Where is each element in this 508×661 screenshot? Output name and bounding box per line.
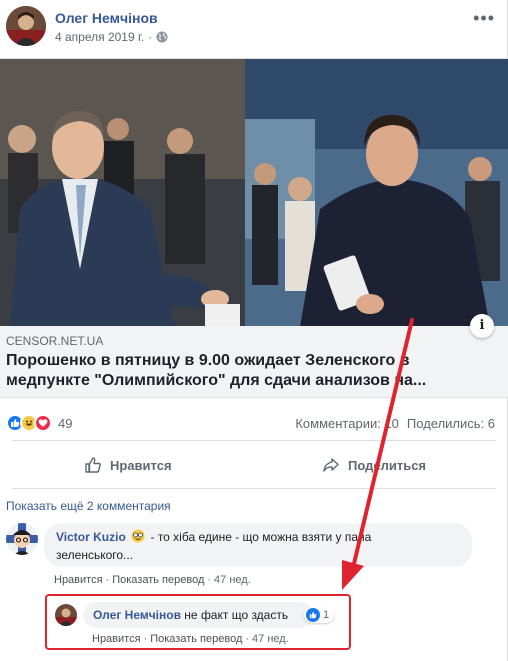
comment-time[interactable]: 47 нед. — [214, 574, 251, 586]
author-name[interactable]: Олег Немчінов — [55, 10, 158, 26]
link-domain: CENSOR.NET.UA — [6, 334, 104, 348]
thumbs-up-icon — [85, 457, 101, 473]
comment-author[interactable]: Victor Kuzio — [56, 530, 126, 544]
share-button-label: Поделиться — [348, 457, 427, 473]
love-reaction-icon — [34, 414, 52, 432]
comment-text-continued: зеленського... — [56, 548, 134, 562]
link-title[interactable]: Порошенко в пятницу в 9.00 ожидает Зелен… — [6, 351, 496, 391]
comment-bubble: Victor Kuzio - то хіба едине - що можна … — [44, 523, 472, 567]
divider — [12, 488, 496, 489]
commenter-avatar[interactable] — [6, 523, 38, 555]
like-button[interactable]: Нравится — [84, 452, 172, 478]
comment-actions: Нравится · Показать перевод · 47 нед. — [54, 574, 251, 586]
nerd-face-emoji-icon — [131, 529, 145, 547]
reactions-summary[interactable]: 49 — [6, 414, 72, 432]
share-arrow-icon — [323, 458, 339, 472]
link-preview[interactable]: CENSOR.NET.UA Порошенко в пятницу в 9.00… — [0, 314, 508, 398]
post-card: Олег Немчінов 4 апреля 2019 г. · ••• CEN… — [0, 0, 508, 661]
share-button[interactable]: Поделиться — [322, 452, 426, 478]
comment-text: - то хіба едине - що можна взяти у пана — [150, 530, 372, 544]
post-stats: Комментарии: 10 Поделились: 6 — [295, 416, 495, 431]
comments-count[interactable]: Комментарии: 10 — [295, 416, 399, 431]
show-more-comments-link[interactable]: Показать ещё 2 комментария — [6, 499, 171, 513]
link-preview-image[interactable] — [0, 58, 508, 326]
highlight-box — [45, 594, 351, 650]
reaction-count: 49 — [58, 415, 73, 431]
like-button-label: Нравится — [110, 457, 172, 473]
author-avatar[interactable] — [6, 6, 46, 46]
show-translation-link[interactable]: Показать перевод — [112, 574, 204, 586]
divider — [12, 440, 496, 441]
globe-icon[interactable] — [156, 31, 168, 43]
more-horizontal-icon[interactable]: ••• — [473, 8, 495, 29]
shares-count[interactable]: Поделились: 6 — [407, 416, 495, 431]
post-date[interactable]: 4 апреля 2019 г. — [55, 30, 144, 44]
post-meta: 4 апреля 2019 г. · — [55, 30, 168, 44]
comment-like-link[interactable]: Нравится — [54, 574, 103, 586]
info-icon[interactable]: i — [470, 314, 494, 338]
